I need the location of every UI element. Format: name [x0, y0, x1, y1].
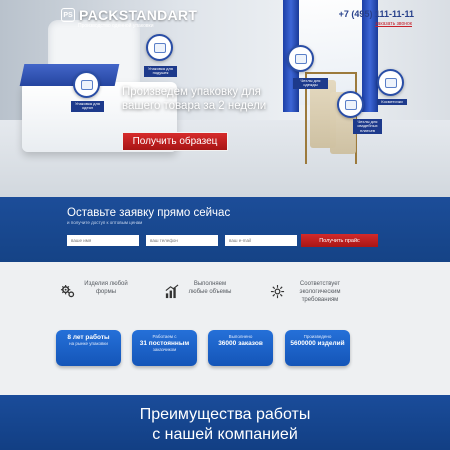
stat-value: 36000 заказов: [218, 339, 263, 347]
advantages-title: Преимущества работы с нашей компанией: [0, 405, 450, 445]
blanket-icon: [80, 79, 93, 90]
eco-icon: [270, 284, 285, 299]
email-input[interactable]: [225, 235, 297, 246]
feature-text: Изделия любой формы: [84, 281, 128, 296]
stat-caption: заказчиком: [152, 347, 177, 353]
blanket-pack-label: Упаковка для одеял: [71, 101, 104, 112]
stat-products: Произведено 5600000 изделий: [285, 330, 350, 366]
form-subtitle: и получите доступ к оптовым ценам: [67, 220, 143, 225]
gears-icon: [60, 284, 75, 298]
logo[interactable]: PS PACKSTANDART: [61, 7, 197, 23]
clothes-cover-label: Чехлы для одежды: [293, 78, 328, 89]
feature-any-volume: Выполняем любые объемы: [164, 280, 233, 299]
clothes-cover-bubble[interactable]: [287, 45, 314, 72]
stat-clients: Работаем с 31 постоянным заказчиком: [132, 330, 197, 366]
logo-name: PACKSTANDART: [79, 7, 198, 23]
stat-value: 8 лет работы: [67, 334, 110, 341]
bed-blanket: [19, 64, 120, 86]
wedding-cover-label: Чехлы для свадебных платьев: [353, 119, 382, 135]
logo-subtitle: Производство оденной упаковки: [78, 23, 154, 29]
phone-number[interactable]: +7 (495) 111-11-11: [339, 9, 414, 19]
blanket-pack-bubble[interactable]: [73, 71, 100, 98]
dress-icon: [344, 99, 357, 110]
stat-caption: на рынке упаковки: [69, 341, 108, 347]
stat-value: 5600000 изделий: [290, 339, 345, 347]
cosmetic-bag-bubble[interactable]: [377, 69, 404, 96]
pillow-pack-label: Упаковка для подушек: [144, 66, 177, 77]
callback-link[interactable]: заказать звонок: [375, 21, 412, 27]
stat-value: 31 постоянным: [139, 339, 190, 347]
advantages-title-line2: с нашей компанией: [152, 426, 298, 443]
phone-input[interactable]: [146, 235, 218, 246]
name-input[interactable]: [67, 235, 139, 246]
stat-years: 8 лет работы на рынке упаковки: [56, 330, 121, 366]
get-sample-button[interactable]: Получить образец: [122, 132, 228, 151]
cosmetic-bag-label: Косметички: [377, 99, 407, 106]
chart-icon: [165, 284, 179, 299]
advantages-title-line1: Преимущества работы: [139, 406, 311, 423]
logo-mark: PS: [61, 8, 75, 22]
get-price-button[interactable]: Получить прайс: [301, 234, 378, 247]
wedding-cover-bubble[interactable]: [337, 91, 364, 118]
hero-title: Произведем упаковку для вашего товара за…: [122, 86, 267, 113]
form-title: Оставьте заявку прямо сейчас: [67, 207, 231, 219]
feature-text: Соответствует экологическим требованиям: [299, 281, 341, 304]
feature-text: Выполняем любые объемы: [188, 281, 232, 296]
feature-any-shape: Изделия любой формы: [60, 280, 129, 299]
stat-orders: Выполнено 36000 заказов: [208, 330, 273, 366]
feature-eco: Соответствует экологическим требованиям: [270, 280, 347, 304]
request-form-section: Оставьте заявку прямо сейчас и получите …: [0, 197, 450, 262]
pillow-icon: [153, 42, 166, 53]
cosmetic-bag-icon: [384, 77, 397, 88]
pillow-pack-bubble[interactable]: [146, 34, 173, 61]
clothes-cover-icon: [294, 53, 307, 64]
